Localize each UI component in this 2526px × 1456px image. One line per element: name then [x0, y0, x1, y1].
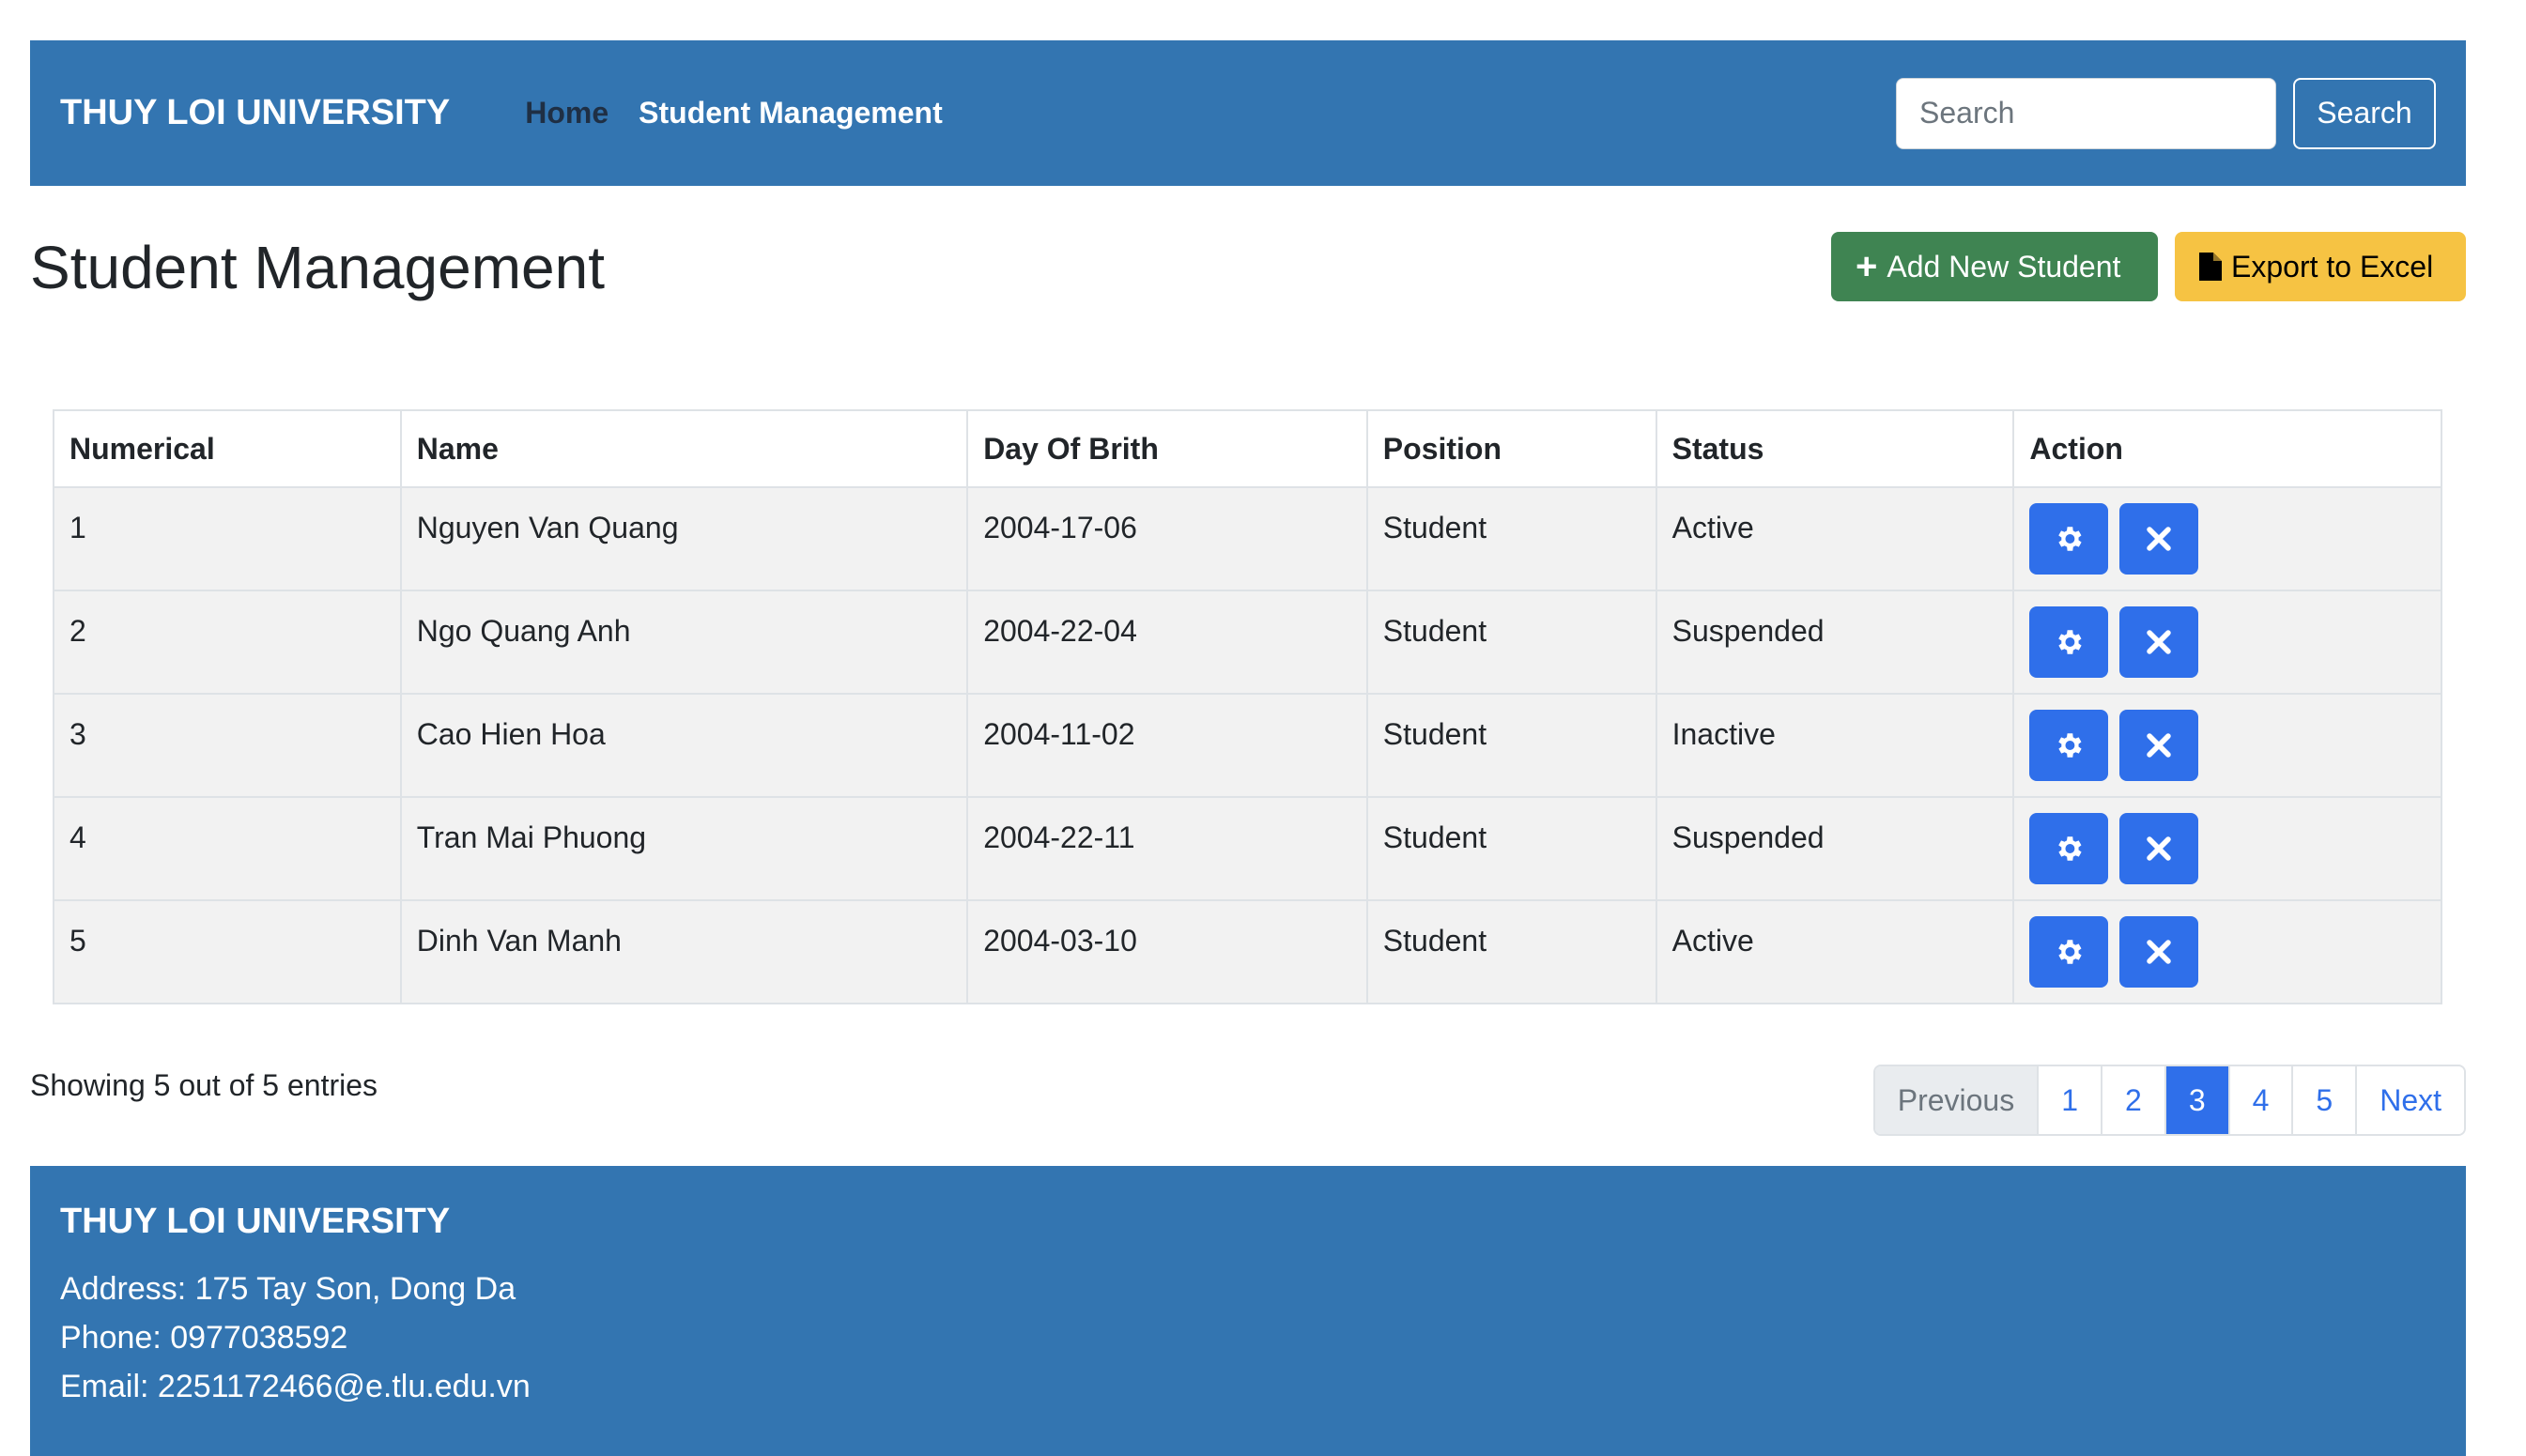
edit-button[interactable] [2029, 916, 2109, 988]
export-to-excel-button[interactable]: Export to Excel [2175, 232, 2466, 301]
cell-numerical: 4 [53, 796, 402, 901]
edit-button[interactable] [2029, 606, 2109, 678]
cell-day-of-birth: 2004-22-04 [966, 590, 1368, 695]
pagination-next[interactable]: Next [2355, 1066, 2464, 1134]
plus-icon: + [1856, 246, 1878, 287]
pagination-page-2[interactable]: 2 [2101, 1066, 2164, 1134]
cell-status: Active [1655, 899, 2015, 1004]
cell-name: Tran Mai Phuong [399, 796, 969, 901]
nav-link-home[interactable]: Home [525, 96, 608, 130]
cell-name: Dinh Van Manh [399, 899, 969, 1004]
cell-position: Student [1365, 590, 1657, 695]
gear-icon [2053, 833, 2085, 865]
close-icon [2143, 729, 2175, 761]
search-input[interactable] [1896, 77, 2276, 149]
pagination-page-4[interactable]: 4 [2227, 1066, 2292, 1134]
header-name: Name [399, 409, 969, 488]
footer-phone: Phone: 0977038592 [60, 1320, 348, 1356]
cell-numerical: 5 [53, 899, 402, 1004]
entries-info: Showing 5 out of 5 entries [30, 1068, 378, 1102]
students-table: Numerical Name Day Of Brith Position Sta… [53, 409, 2442, 1004]
header-action: Action [2012, 409, 2442, 488]
cell-day-of-birth: 2004-17-06 [966, 486, 1368, 591]
edit-button[interactable] [2029, 503, 2109, 575]
cell-action [2012, 590, 2442, 695]
pagination-page-5[interactable]: 5 [2291, 1066, 2356, 1134]
search-button[interactable]: Search [2293, 77, 2436, 149]
cell-status: Suspended [1655, 590, 2015, 695]
table-row: 5 Dinh Van Manh 2004-03-10 Student Active [53, 899, 2442, 1004]
cell-position: Student [1365, 486, 1657, 591]
cell-status: Suspended [1655, 796, 2015, 901]
edit-button[interactable] [2029, 710, 2109, 781]
cell-action [2012, 486, 2442, 591]
cell-status: Active [1655, 486, 2015, 591]
close-icon [2143, 936, 2175, 968]
cell-numerical: 2 [53, 590, 402, 695]
nav-link-student-management[interactable]: Student Management [639, 96, 943, 130]
header-position: Position [1365, 409, 1657, 488]
cell-position: Student [1365, 899, 1657, 1004]
cell-name: Nguyen Van Quang [399, 486, 969, 591]
gear-icon [2053, 936, 2085, 968]
table-header-row: Numerical Name Day Of Brith Position Sta… [53, 409, 2442, 488]
header-numerical: Numerical [53, 409, 402, 488]
pagination: Previous 1 2 3 4 5 Next [1872, 1065, 2466, 1136]
header-actions: + Add New Student Export to Excel [1831, 232, 2466, 301]
students-table-container: Numerical Name Day Of Brith Position Sta… [53, 409, 2442, 1004]
cell-day-of-birth: 2004-11-02 [966, 693, 1368, 798]
cell-name: Cao Hien Hoa [399, 693, 969, 798]
cell-position: Student [1365, 796, 1657, 901]
gear-icon [2053, 729, 2085, 761]
edit-button[interactable] [2029, 813, 2109, 884]
footer-address: Address: 175 Tay Son, Dong Da [60, 1271, 516, 1307]
cell-day-of-birth: 2004-22-11 [966, 796, 1368, 901]
table-row: 3 Cao Hien Hoa 2004-11-02 Student Inactive [53, 693, 2442, 798]
cell-action [2012, 899, 2442, 1004]
cell-action [2012, 693, 2442, 798]
cell-numerical: 1 [53, 486, 402, 591]
add-new-student-label: Add New Student [1887, 249, 2121, 284]
delete-button[interactable] [2119, 606, 2199, 678]
cell-status: Inactive [1655, 693, 2015, 798]
page-title: Student Management [30, 234, 605, 301]
footer-brand: THUY LOI UNIVERSITY [60, 1202, 451, 1241]
delete-button[interactable] [2119, 503, 2199, 575]
table-row: 2 Ngo Quang Anh 2004-22-04 Student Suspended [53, 590, 2442, 695]
add-new-student-button[interactable]: + Add New Student [1831, 232, 2158, 301]
pagination-previous[interactable]: Previous [1874, 1066, 2038, 1134]
close-icon [2143, 523, 2175, 555]
cell-numerical: 3 [53, 693, 402, 798]
header-day-of-birth: Day Of Brith [966, 409, 1368, 488]
delete-button[interactable] [2119, 813, 2199, 884]
site-footer: THUY LOI UNIVERSITY Address: 175 Tay Son… [30, 1166, 2466, 1456]
close-icon [2143, 833, 2175, 865]
delete-button[interactable] [2119, 916, 2199, 988]
cell-position: Student [1365, 693, 1657, 798]
header-status: Status [1655, 409, 2015, 488]
table-row: 4 Tran Mai Phuong 2004-22-11 Student Suspend… [53, 796, 2442, 901]
navbar: THUY LOI UNIVERSITY Home Student Managem… [30, 40, 2466, 186]
export-to-excel-label: Export to Excel [2231, 249, 2434, 284]
file-icon [2199, 253, 2222, 281]
footer-email: Email: 2251172466@e.tlu.edu.vn [60, 1369, 531, 1404]
gear-icon [2053, 626, 2085, 658]
delete-button[interactable] [2119, 710, 2199, 781]
cell-action [2012, 796, 2442, 901]
brand-logo-text[interactable]: THUY LOI UNIVERSITY [60, 93, 450, 133]
nav-search-form: Search [1896, 77, 2436, 149]
gear-icon [2053, 523, 2085, 555]
pagination-page-1[interactable]: 1 [2037, 1066, 2102, 1134]
nav-links: Home Student Management [525, 96, 942, 130]
pagination-page-3[interactable]: 3 [2164, 1066, 2228, 1134]
table-row: 1 Nguyen Van Quang 2004-17-06 Student Active [53, 486, 2442, 591]
cell-name: Ngo Quang Anh [399, 590, 969, 695]
close-icon [2143, 626, 2175, 658]
cell-day-of-birth: 2004-03-10 [966, 899, 1368, 1004]
